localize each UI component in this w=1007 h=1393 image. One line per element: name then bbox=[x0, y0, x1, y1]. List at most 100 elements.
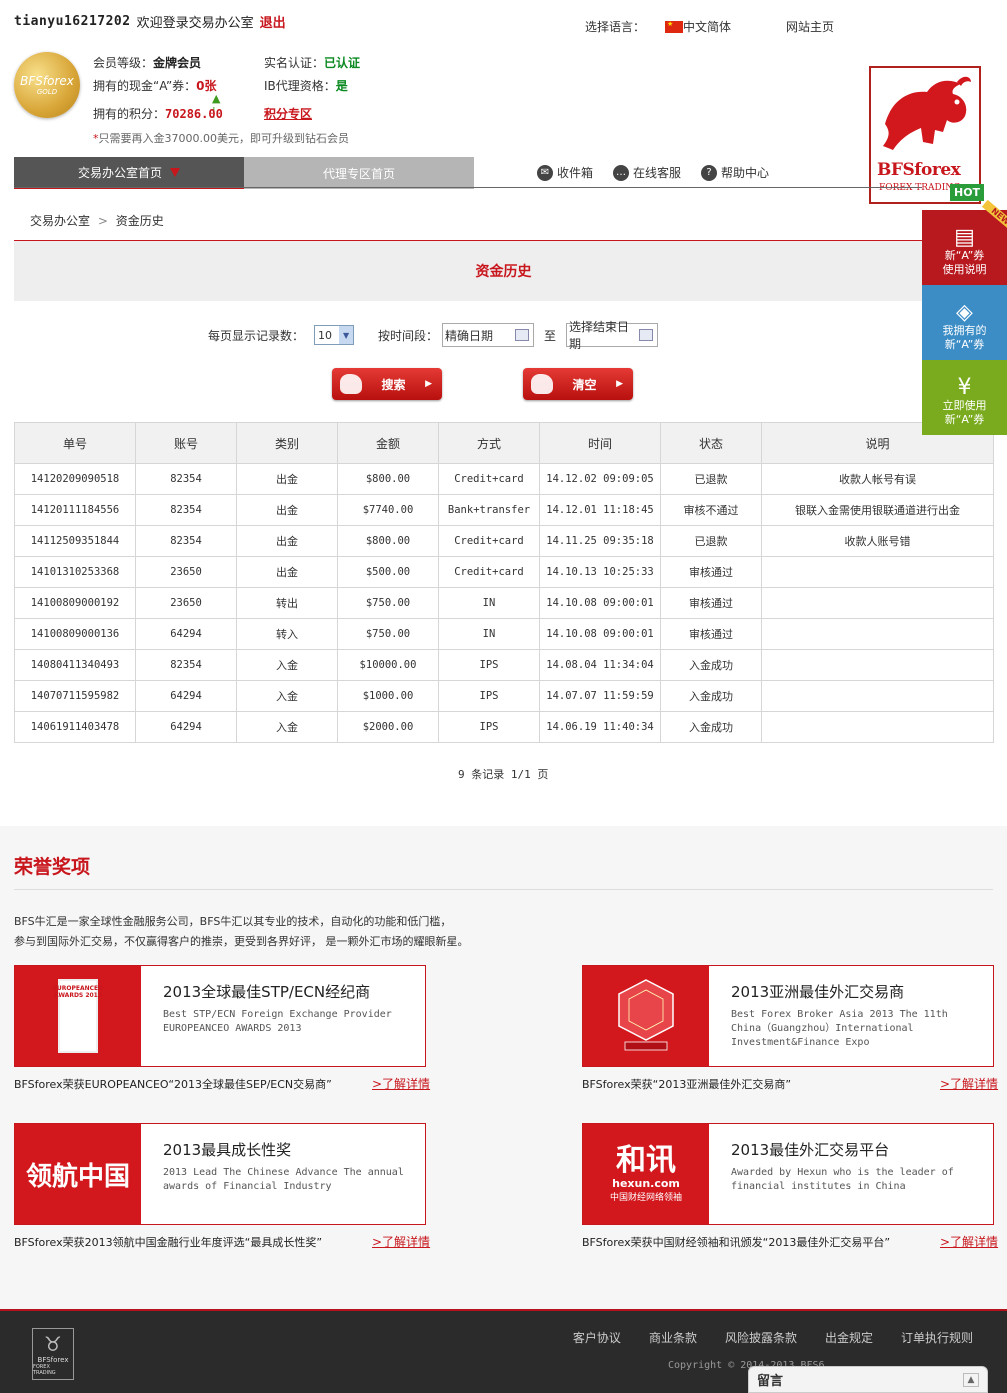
table-cell: $750.00 bbox=[337, 587, 439, 619]
filter-bar: 每页显示记录数： 10 ▼ 按时间段： 精确日期 至 选择结束日期 bbox=[208, 320, 659, 351]
table-cell: 14.12.02 09:09:05 bbox=[539, 463, 661, 495]
table-cell: 银联入金需使用银联通道进行出金 bbox=[761, 494, 994, 526]
table-cell: 转出 bbox=[236, 587, 338, 619]
table-header-row: 单号 账号 类别 金额 方式 时间 状态 说明 bbox=[14, 422, 994, 464]
footer-link[interactable]: 订单执行规则 bbox=[901, 1329, 973, 1346]
level-value: 金牌会员 bbox=[153, 56, 202, 70]
award-title: 2013最佳外汇交易平台 bbox=[731, 1141, 890, 1159]
crystal-trophy-icon bbox=[618, 979, 674, 1051]
honors-divider bbox=[14, 889, 993, 890]
honors-title: 荣誉奖项 bbox=[14, 856, 91, 878]
column-header: 类别 bbox=[236, 422, 338, 464]
chat-link[interactable]: … 在线客服 bbox=[613, 164, 681, 181]
arrow-right-icon: ▶ bbox=[616, 379, 623, 389]
level-label: 会员等级： bbox=[93, 56, 154, 70]
footer-link[interactable]: 商业条款 bbox=[649, 1329, 697, 1346]
search-button[interactable]: 搜索 ▶ bbox=[332, 368, 442, 400]
tab-agent-zone[interactable]: 代理专区首页 bbox=[244, 157, 474, 189]
table-cell: 14120209090518 bbox=[14, 463, 136, 495]
learn-more-link[interactable]: >了解详情 bbox=[940, 1233, 998, 1250]
side-coupon-guide[interactable]: ▤ 新“A”券 使用说明 bbox=[922, 210, 1007, 285]
award-card[interactable]: 2013亚洲最佳外汇交易商 Best Forex Broker Asia 201… bbox=[582, 965, 994, 1067]
bull-logo-icon bbox=[883, 76, 971, 150]
side-my-coupons[interactable]: ◈ 我拥有的 新“A”券 bbox=[922, 285, 1007, 360]
site-home-link[interactable]: 网站主页 bbox=[786, 18, 834, 35]
expand-icon[interactable]: ▲ bbox=[963, 1372, 979, 1387]
table-cell: 14061911403478 bbox=[14, 711, 136, 743]
message-widget[interactable]: 留言 ▲ bbox=[748, 1366, 988, 1393]
table-cell: IPS bbox=[438, 680, 540, 712]
table-cell: 14.10.08 09:00:01 bbox=[539, 587, 661, 619]
nav-divider bbox=[14, 187, 922, 188]
table-cell: $1000.00 bbox=[337, 680, 439, 712]
china-flag-icon bbox=[665, 20, 684, 33]
table-cell: 14.12.01 11:18:45 bbox=[539, 494, 661, 526]
table-cell: 14.07.07 11:59:59 bbox=[539, 680, 661, 712]
end-date-input[interactable]: 选择结束日期 bbox=[566, 320, 659, 351]
breadcrumb-current: 资金历史 bbox=[115, 214, 164, 228]
table-cell: 14.10.13 10:25:33 bbox=[539, 556, 661, 588]
language-value[interactable]: 中文简体 bbox=[683, 18, 731, 35]
breadcrumb-home[interactable]: 交易办公室 bbox=[30, 214, 90, 228]
learn-more-link[interactable]: >了解详情 bbox=[372, 1233, 430, 1250]
table-cell: Credit+card bbox=[438, 556, 540, 588]
column-header: 状态 bbox=[660, 422, 762, 464]
calendar-icon[interactable] bbox=[639, 329, 654, 341]
award-card[interactable]: 和讯 hexun.com 中国财经网络领袖 2013最佳外汇交易平台 Award… bbox=[582, 1123, 994, 1225]
footer-link[interactable]: 出金规定 bbox=[825, 1329, 873, 1346]
footer-link[interactable]: 客户协议 bbox=[573, 1329, 621, 1346]
plaque-text: EUROPEANCEO AWARDS 2013 bbox=[52, 985, 104, 999]
table-cell: 14.10.08 09:00:01 bbox=[539, 618, 661, 650]
table-row: 14101310253368 23650 出金 $500.00 Credit+card 1… bbox=[14, 556, 994, 588]
search-label: 搜索 bbox=[381, 377, 406, 392]
table-cell: $500.00 bbox=[337, 556, 439, 588]
table-row: 14120111184556 82354 出金 $7740.00 Bank+transf… bbox=[14, 494, 994, 526]
inbox-link[interactable]: ✉ 收件箱 bbox=[537, 164, 593, 181]
table-row: 14120209090518 82354 出金 $800.00 Credit+card 1… bbox=[14, 463, 994, 495]
award-desc: Best Forex Broker Asia 2013 The 11th Chi… bbox=[731, 1009, 948, 1048]
award-card[interactable]: 领航中国 2013最具成长性奖 2013 Lead The Chinese Ad… bbox=[14, 1123, 426, 1225]
yen-coin-icon: ¥ bbox=[957, 375, 972, 400]
to-label: 至 bbox=[544, 328, 557, 343]
footer-link[interactable]: 风险披露条款 bbox=[725, 1329, 797, 1346]
coupon-value: 0张 bbox=[196, 79, 217, 93]
table-cell: 收款人帐号有误 bbox=[761, 463, 994, 495]
table-cell: $10000.00 bbox=[337, 649, 439, 681]
award-desc: Awarded by Hexun who is the leader of fi… bbox=[731, 1167, 954, 1192]
clear-button[interactable]: 清空 ▶ bbox=[523, 368, 633, 400]
column-header: 时间 bbox=[539, 422, 661, 464]
award-caption: BFSforex荣获EUROPEANCEO“2013全球最佳SEP/ECN交易商… bbox=[14, 1078, 332, 1091]
inbox-label: 收件箱 bbox=[557, 166, 594, 180]
side-use-coupon[interactable]: ¥ 立即使用 新“A”券 bbox=[922, 360, 1007, 435]
column-header: 账号 bbox=[135, 422, 237, 464]
points-zone-link[interactable]: 积分专区 bbox=[264, 105, 312, 122]
award-card[interactable]: EUROPEANCEO AWARDS 2013 2013全球最佳STP/ECN经… bbox=[14, 965, 426, 1067]
table-cell: 14.08.04 11:34:04 bbox=[539, 649, 661, 681]
table-cell: 23650 bbox=[135, 587, 237, 619]
learn-more-link[interactable]: >了解详情 bbox=[372, 1075, 430, 1092]
logout-link[interactable]: 退出 bbox=[260, 12, 286, 31]
table-row: 14100809000136 64294 转入 $750.00 IN 14.10.08 0… bbox=[14, 618, 994, 650]
help-link[interactable]: ? 帮助中心 bbox=[701, 164, 769, 181]
trophy-plaque-icon: EUROPEANCEO AWARDS 2013 bbox=[53, 979, 103, 1053]
learn-more-link[interactable]: >了解详情 bbox=[940, 1075, 998, 1092]
award-image: 领航中国 bbox=[15, 1124, 141, 1224]
side-line2: 新“A”券 bbox=[944, 338, 985, 351]
side-line1: 我拥有的 bbox=[942, 324, 987, 337]
bull-icon bbox=[340, 374, 362, 394]
points-label: 拥有的积分： bbox=[93, 107, 166, 121]
award-caption: BFSforex荣获“2013亚洲最佳外汇交易商” bbox=[582, 1078, 792, 1091]
bull-icon bbox=[531, 374, 553, 394]
clear-label: 清空 bbox=[572, 377, 597, 392]
per-page-select[interactable]: 10 ▼ bbox=[314, 325, 355, 345]
tab-trading-office[interactable]: 交易办公室首页 bbox=[14, 157, 244, 189]
ib-qualification: IB代理资格：是 bbox=[264, 77, 348, 94]
honors-desc-line1: BFS牛汇是一家全球性金融服务公司，BFS牛汇以其专业的技术，自动化的功能和低门… bbox=[14, 915, 452, 928]
language-selector[interactable]: 选择语言： 中文简体 bbox=[585, 18, 731, 35]
table-cell: 审核不通过 bbox=[660, 494, 762, 526]
table-row: 14100809000192 23650 转出 $750.00 IN 14.10.08 0… bbox=[14, 587, 994, 619]
time-range-label: 按时间段： bbox=[378, 328, 439, 343]
table-row: 14061911403478 64294 入金 $2000.00 IPS 14.06.19… bbox=[14, 711, 994, 743]
calendar-icon[interactable] bbox=[515, 329, 530, 341]
start-date-input[interactable]: 精确日期 bbox=[442, 323, 535, 347]
